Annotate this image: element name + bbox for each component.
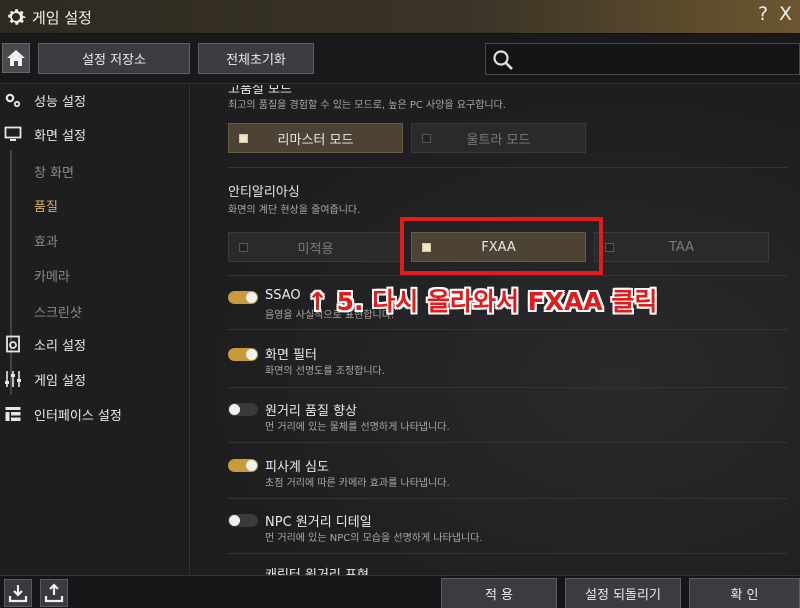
- revert-button[interactable]: 설정 되돌리기: [565, 578, 681, 608]
- sidebar-subitem-effects[interactable]: 효과: [34, 231, 58, 250]
- aa-off-button[interactable]: 미적용: [228, 232, 403, 262]
- divider: [228, 167, 788, 168]
- toggle-title: SSAO: [265, 288, 301, 303]
- sidebar-item-display[interactable]: 화면 설정: [0, 119, 190, 149]
- title-bar: 게임 설정 ? X: [0, 0, 800, 34]
- apply-button[interactable]: 적 용: [441, 578, 557, 608]
- checkbox: [239, 243, 248, 252]
- toggle-title: NPC 원거리 디테일: [265, 515, 372, 530]
- divider: [228, 329, 788, 330]
- sidebar-subitem-camera[interactable]: 카메라: [34, 266, 70, 285]
- toggle-title-partial: 캐릭터 원거리 표현: [265, 564, 369, 575]
- toggle-desc: 초점 거리에 따른 카메라 효과를 나타냅니다.: [265, 478, 450, 489]
- antialiasing-desc: 화면의 계단 현상을 줄여줍니다.: [228, 205, 361, 216]
- sidebar-item-label: 게임 설정: [34, 373, 86, 389]
- upload-icon: [44, 583, 64, 603]
- option-label: 울트라 모드: [466, 132, 531, 148]
- gears-icon: [5, 93, 21, 108]
- settings-storage-button[interactable]: 설정 저장소: [38, 43, 190, 74]
- toggle-knob: [229, 515, 240, 526]
- home-icon: [7, 50, 25, 66]
- antialiasing-heading: 안티알리아싱: [228, 185, 300, 200]
- sidebar-item-label: 성능 설정: [34, 94, 86, 110]
- home-button[interactable]: [2, 43, 30, 73]
- aa-taa-button[interactable]: TAA: [594, 232, 769, 262]
- toggle-knob: [229, 404, 240, 415]
- sidebar-item-sound[interactable]: 소리 설정: [0, 329, 190, 359]
- checkbox: [239, 134, 248, 143]
- checkbox: [422, 134, 431, 143]
- gear-icon: [8, 9, 26, 25]
- settings-content[interactable]: 고품질 모드 최고의 품질을 경험할 수 있는 모드로, 높은 PC 사양을 요…: [191, 85, 800, 575]
- search-box: [485, 43, 800, 75]
- depth-of-field-toggle[interactable]: [228, 459, 258, 472]
- download-icon: [8, 585, 28, 603]
- help-button[interactable]: ?: [758, 3, 768, 25]
- reset-all-button[interactable]: 전체초기화: [198, 43, 314, 74]
- toggle-desc: 화면의 선명도를 조정합니다.: [265, 366, 385, 377]
- ok-button[interactable]: 확 인: [689, 578, 800, 608]
- monitor-icon: [4, 126, 22, 141]
- instruction-annotation: ↑ 5. 다시 올라와서 FXAA 클릭: [307, 287, 658, 316]
- sidebar-item-game[interactable]: 게임 설정: [0, 364, 190, 394]
- checkbox: [605, 243, 614, 252]
- toggle-knob: [246, 349, 257, 360]
- divider: [228, 275, 788, 276]
- toggle-title: 원거리 품질 향상: [265, 404, 357, 419]
- quality-mode-desc: 최고의 품질을 경험할 수 있는 모드로, 높은 PC 사양을 요구합니다.: [228, 100, 506, 111]
- close-button[interactable]: X: [779, 3, 792, 25]
- window-title: 게임 설정: [32, 9, 92, 27]
- distance-quality-toggle[interactable]: [228, 403, 258, 416]
- layout-icon: [5, 407, 21, 421]
- sidebar-item-performance[interactable]: 성능 설정: [0, 85, 190, 115]
- toggle-knob: [246, 460, 257, 471]
- toggle-knob: [246, 292, 257, 303]
- option-label: 미적용: [297, 241, 334, 257]
- sidebar-subitem-quality[interactable]: 품질: [34, 196, 58, 215]
- toggle-title: 피사계 심도: [265, 460, 329, 475]
- divider: [228, 442, 788, 443]
- sliders-icon: [5, 371, 21, 387]
- screen-filter-toggle[interactable]: [228, 348, 258, 361]
- toggle-desc: 먼 거리에 있는 물체를 선명하게 나타냅니다.: [265, 422, 450, 433]
- export-button[interactable]: [40, 579, 68, 607]
- sidebar: 성능 설정 화면 설정 창 화면 품질 효과 카메라 스크린샷 소리 설정 게임…: [0, 85, 190, 575]
- import-button[interactable]: [4, 579, 32, 607]
- npc-detail-toggle[interactable]: [228, 514, 258, 527]
- speaker-icon: [6, 335, 20, 353]
- bottom-bar: 적 용 설정 되돌리기 확 인: [0, 575, 800, 608]
- ultra-mode-button[interactable]: 울트라 모드: [411, 123, 586, 153]
- sidebar-item-label: 소리 설정: [34, 338, 86, 354]
- divider: [228, 387, 788, 388]
- search-icon: [493, 50, 513, 70]
- toolbar: 설정 저장소 전체초기화: [0, 34, 800, 84]
- search-input[interactable]: [520, 48, 790, 70]
- toggle-desc: 먼 거리에 있는 NPC의 모습을 선명하게 나타냅니다.: [265, 533, 483, 544]
- sidebar-item-label: 화면 설정: [34, 128, 86, 144]
- sidebar-item-label: 인터페이스 설정: [34, 408, 122, 424]
- divider: [228, 553, 788, 554]
- sidebar-subitem-screenshot[interactable]: 스크린샷: [34, 302, 82, 321]
- option-label: 리마스터 모드: [277, 132, 354, 148]
- remaster-mode-button[interactable]: 리마스터 모드: [228, 123, 403, 153]
- sidebar-item-interface[interactable]: 인터페이스 설정: [0, 399, 190, 429]
- toggle-title: 화면 필터: [265, 348, 317, 363]
- divider: [228, 498, 788, 499]
- ssao-toggle[interactable]: [228, 291, 258, 304]
- sidebar-subitem-window[interactable]: 창 화면: [34, 162, 74, 181]
- option-label: TAA: [668, 239, 695, 255]
- highlight-box: [400, 217, 603, 275]
